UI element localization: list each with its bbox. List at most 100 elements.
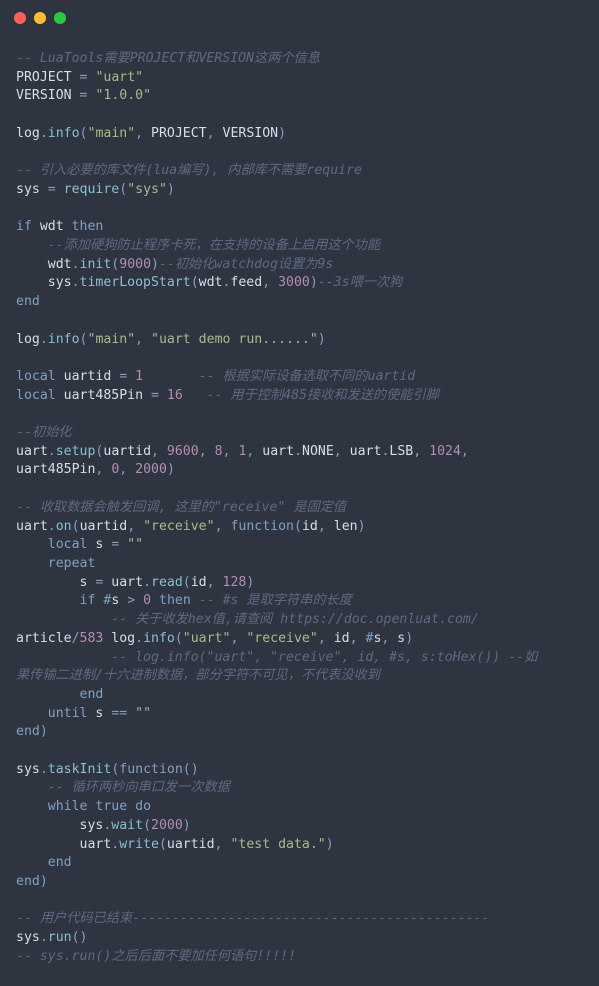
token-keyword: function xyxy=(230,519,294,534)
code-line[interactable]: -- 关于收发hex值,请查阅 https://doc.openluat.com… xyxy=(16,611,583,630)
token-comment: --添加硬狗防止程序卡死，在支持的设备上启用这个功能 xyxy=(48,238,380,253)
code-line[interactable]: --初始化 xyxy=(16,424,583,443)
code-line[interactable]: article/583 log.info("uart", "receive", … xyxy=(16,630,583,649)
token-func: run xyxy=(48,930,72,945)
token-ident xyxy=(16,556,48,571)
close-window-button[interactable] xyxy=(14,12,26,24)
code-line[interactable]: -- 收取数据会触发回调, 这里的"receive" 是固定值 xyxy=(16,499,583,518)
token-ident xyxy=(183,388,207,403)
code-line[interactable]: log.info("main", "uart demo run......") xyxy=(16,331,583,350)
code-line[interactable] xyxy=(16,892,583,911)
code-line[interactable]: until s == "" xyxy=(16,705,583,724)
code-line[interactable]: -- 循环两秒向串口发一次数据 xyxy=(16,779,583,798)
token-ident: uartid xyxy=(167,837,215,852)
token-ident: uart xyxy=(103,575,143,590)
code-line[interactable]: sys.wait(2000) xyxy=(16,817,583,836)
token-op: ( xyxy=(80,126,88,141)
code-line[interactable] xyxy=(16,200,583,219)
code-line[interactable]: end xyxy=(16,686,583,705)
token-keyword: local xyxy=(16,388,56,403)
code-line[interactable] xyxy=(16,312,583,331)
code-line[interactable]: -- log.info("uart", "receive", id, #s, s… xyxy=(16,649,583,668)
token-op: . xyxy=(40,126,48,141)
code-line[interactable]: end) xyxy=(16,873,583,892)
token-func: require xyxy=(64,182,120,197)
token-comment: -- 引入必要的库文件(lua编写), 内部库不需要require xyxy=(16,163,362,178)
code-line[interactable]: -- 用户代码已结束------------------------------… xyxy=(16,910,583,929)
token-keyword: until xyxy=(48,706,88,721)
token-ident xyxy=(215,575,223,590)
token-op: , xyxy=(318,631,326,646)
code-line[interactable]: uart.setup(uartid, 9600, 8, 1, uart.NONE… xyxy=(16,443,583,462)
code-line[interactable]: PROJECT = "uart" xyxy=(16,69,583,88)
code-line[interactable]: uart.write(uartid, "test data.") xyxy=(16,836,583,855)
code-line[interactable]: 果传输二进制/十六进制数据，部分字符不可见，不代表没收到 xyxy=(16,667,583,686)
token-op: = xyxy=(151,388,159,403)
code-line[interactable]: if wdt then xyxy=(16,218,583,237)
code-line[interactable]: if #s > 0 then -- #s 是取字符串的长度 xyxy=(16,592,583,611)
code-line[interactable]: log.info("main", PROJECT, VERSION) xyxy=(16,125,583,144)
token-keyword: end xyxy=(48,855,72,870)
code-editor[interactable]: -- LuaTools需要PROJECT和VERSION这两个信息PROJECT… xyxy=(0,36,599,980)
code-line[interactable] xyxy=(16,480,583,499)
token-keyword: do xyxy=(135,799,151,814)
token-ident: uartid xyxy=(56,369,120,384)
token-ident: wdt xyxy=(16,257,72,272)
code-line[interactable]: sys.timerLoopStart(wdt.feed, 3000)--3s喂一… xyxy=(16,274,583,293)
token-op: = xyxy=(119,369,127,384)
token-func: write xyxy=(119,837,159,852)
code-line[interactable]: s = uart.read(id, 128) xyxy=(16,574,583,593)
token-comment: -- 关于收发hex值,请查阅 https://doc.openluat.com… xyxy=(111,612,479,627)
code-line[interactable]: sys.run() xyxy=(16,929,583,948)
code-line[interactable]: --添加硬狗防止程序卡死，在支持的设备上启用这个功能 xyxy=(16,237,583,256)
token-ident: s xyxy=(87,706,111,721)
code-line[interactable]: local uartid = 1 -- 根据实际设备选取不同的uartid xyxy=(16,368,583,387)
token-op: = xyxy=(48,182,56,197)
token-ident: s xyxy=(389,631,405,646)
code-line[interactable]: wdt.init(9000)--初始化watchdog设置为9s xyxy=(16,256,583,275)
code-line[interactable]: local uart485Pin = 16 -- 用于控制485接收和发送的使能… xyxy=(16,387,583,406)
token-ident: sys xyxy=(16,182,48,197)
minimize-window-button[interactable] xyxy=(34,12,46,24)
token-op: . xyxy=(40,332,48,347)
token-op: ) xyxy=(167,182,175,197)
code-line[interactable]: uart.on(uartid, "receive", function(id, … xyxy=(16,518,583,537)
token-ident xyxy=(119,537,127,552)
code-line[interactable] xyxy=(16,405,583,424)
code-line[interactable] xyxy=(16,106,583,125)
token-ident: feed xyxy=(230,275,262,290)
code-line[interactable] xyxy=(16,349,583,368)
code-line[interactable]: repeat xyxy=(16,555,583,574)
code-line[interactable]: uart485Pin, 0, 2000) xyxy=(16,461,583,480)
token-ident xyxy=(143,332,151,347)
token-op: ) xyxy=(151,257,159,272)
code-line[interactable] xyxy=(16,144,583,163)
code-line[interactable]: sys.taskInit(function() xyxy=(16,761,583,780)
token-ident xyxy=(16,537,48,552)
code-line[interactable]: sys = require("sys") xyxy=(16,181,583,200)
code-line[interactable]: local s = "" xyxy=(16,536,583,555)
token-number: 3000 xyxy=(278,275,310,290)
code-line[interactable]: end xyxy=(16,854,583,873)
code-line[interactable]: -- sys.run()之后后面不要加任何语句!!!!! xyxy=(16,948,583,967)
code-line[interactable]: end xyxy=(16,293,583,312)
code-line[interactable]: -- LuaTools需要PROJECT和VERSION这两个信息 xyxy=(16,50,583,69)
token-ident xyxy=(421,444,429,459)
token-op: , xyxy=(215,519,223,534)
code-line[interactable]: while true do xyxy=(16,798,583,817)
token-op: , xyxy=(135,332,143,347)
code-line[interactable] xyxy=(16,742,583,761)
token-keyword: local xyxy=(16,369,56,384)
code-line[interactable]: end) xyxy=(16,723,583,742)
token-ident: sys xyxy=(16,930,40,945)
code-line[interactable]: -- 引入必要的库文件(lua编写), 内部库不需要require xyxy=(16,162,583,181)
maximize-window-button[interactable] xyxy=(54,12,66,24)
token-keyword: if xyxy=(80,593,96,608)
token-op: ( xyxy=(119,182,127,197)
token-func: info xyxy=(48,332,80,347)
token-ident: uart xyxy=(254,444,294,459)
code-line[interactable]: VERSION = "1.0.0" xyxy=(16,87,583,106)
token-ident xyxy=(151,593,159,608)
token-ident xyxy=(16,238,48,253)
token-ident: uart xyxy=(16,519,48,534)
